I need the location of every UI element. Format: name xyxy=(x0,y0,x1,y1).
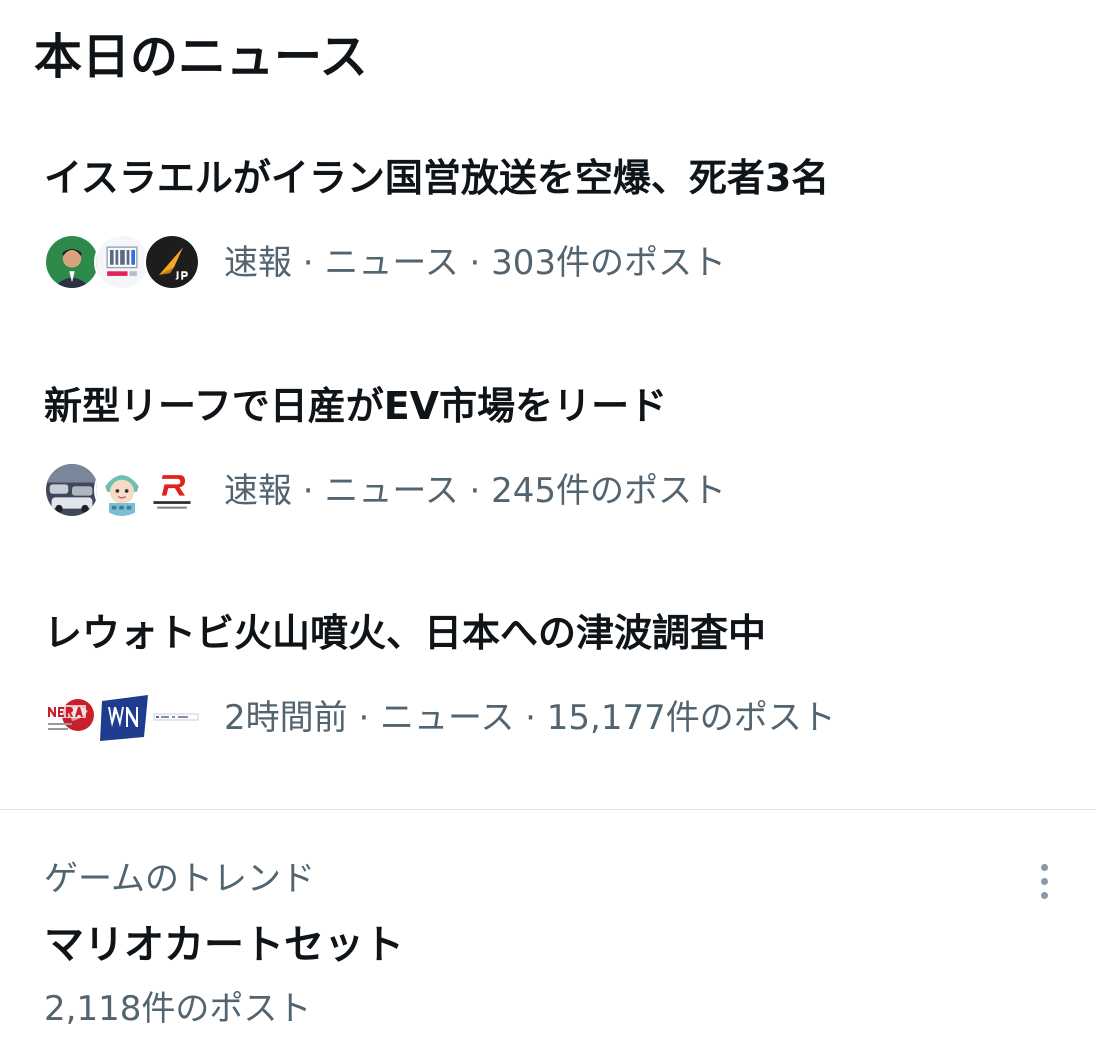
section-title: 本日のニュース xyxy=(34,29,368,85)
news-meta-text: 速報 · ニュース · 245件のポスト xyxy=(224,471,727,511)
news-meta-text: 2時間前 · ニュース · 15,177件のポスト xyxy=(224,698,836,738)
news-headline: 新型リーフで日産がEV市場をリード xyxy=(44,384,668,428)
news-meta-text: 速報 · ニュース · 303件のポスト xyxy=(224,243,727,283)
news-item-2[interactable]: 新型リーフで日産がEV市場をリード 速報 · ニュース · 245件のポスト xyxy=(0,378,1096,538)
yahoo-news-avatar xyxy=(94,234,150,290)
wn-avatar xyxy=(96,689,152,745)
avatar-group xyxy=(44,689,204,747)
avatar-group xyxy=(44,234,204,292)
avatar-group xyxy=(44,462,204,520)
newspaper-avatar xyxy=(148,689,204,745)
cartoon-avatar xyxy=(94,462,150,518)
person-avatar xyxy=(44,234,100,290)
trend-item[interactable]: ゲームのトレンド マリオカートセット 2,118件のポスト xyxy=(0,810,1096,1059)
response-jp-avatar xyxy=(144,462,200,518)
more-dot xyxy=(1040,877,1048,885)
more-dot xyxy=(1040,891,1048,899)
news-meta: 2時間前 · ニュース · 15,177件のポスト xyxy=(44,689,836,747)
car-event-avatar xyxy=(44,462,100,518)
more-vertical-icon[interactable] xyxy=(1024,856,1064,906)
trend-category: ゲームのトレンド xyxy=(44,859,315,899)
trend-post-count: 2,118件のポスト xyxy=(44,989,312,1029)
news-item-3[interactable]: レウォトビ火山噴火、日本への津波調査中 2時間前 · ニュース · 15,177… xyxy=(0,605,1096,765)
nera-avatar xyxy=(44,689,100,745)
trend-title: マリオカートセット xyxy=(44,922,404,968)
jp-news-avatar xyxy=(144,234,200,290)
news-meta: 速報 · ニュース · 245件のポスト xyxy=(44,462,726,520)
news-headline: イスラエルがイラン国営放送を空爆、死者3名 xyxy=(44,156,830,200)
news-meta: 速報 · ニュース · 303件のポスト xyxy=(44,234,726,292)
more-dot xyxy=(1040,863,1048,871)
news-item-1[interactable]: イスラエルがイラン国営放送を空爆、死者3名 速報 · ニュース · 303件のポ… xyxy=(0,150,1096,310)
news-headline: レウォトビ火山噴火、日本への津波調査中 xyxy=(44,611,767,655)
